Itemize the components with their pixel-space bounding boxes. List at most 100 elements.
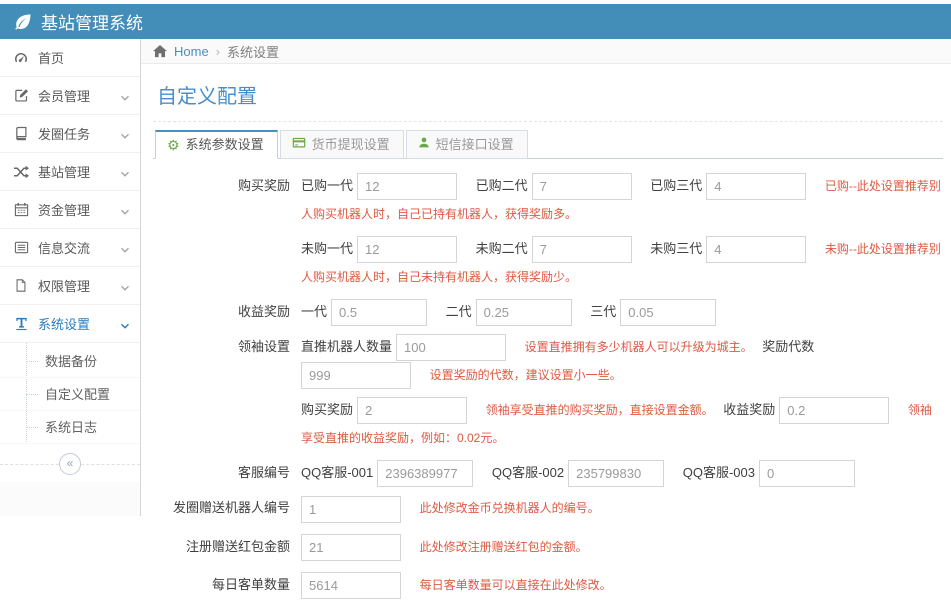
field-label: 已购二代: [476, 178, 528, 193]
chevron-down-icon: [120, 167, 130, 177]
form-row-unpurchased-reward: 未购一代 未购二代 未购三代 未购--此处设置推荐别人购买机器人时，自己未持有机…: [153, 235, 943, 291]
text-width-icon: [13, 316, 29, 332]
tab-label: 短信接口设置: [436, 137, 514, 153]
row-label: 发圈赠送机器人编号: [153, 494, 301, 522]
gears-icon: ⚙: [167, 138, 180, 152]
post-gift-robot-id-input[interactable]: [301, 496, 401, 523]
chevron-down-icon: [120, 129, 130, 139]
sidebar-item-messages[interactable]: 信息交流: [0, 229, 140, 267]
direct-robot-count-input[interactable]: [396, 334, 506, 361]
field-label: 未购一代: [301, 241, 353, 256]
chevron-down-icon: [120, 91, 130, 101]
register-redpacket-amount-input[interactable]: [301, 534, 401, 561]
submenu-item-system-log[interactable]: 系统日志: [0, 411, 140, 444]
leader-income-reward-input[interactable]: [779, 397, 889, 424]
breadcrumb-home-link[interactable]: Home: [174, 44, 209, 59]
field-label: QQ客服-001: [301, 465, 373, 480]
form-row-service-qq: 客服编号 QQ客服-001 QQ客服-002 QQ客服-003: [153, 459, 943, 487]
leader-purchase-reward-input[interactable]: [357, 397, 467, 424]
tab-bar: ⚙ 系统参数设置 货币提现设置 短信接口设置: [153, 130, 943, 159]
sidebar-item-label: 基站管理: [38, 162, 90, 181]
breadcrumb: Home › 系统设置: [141, 39, 951, 64]
row-label: 注册赠送红包金额: [153, 533, 301, 561]
sidebar-item-label: 首页: [38, 48, 64, 67]
field-label: QQ客服-003: [683, 465, 755, 480]
unpurchased-gen1-input[interactable]: [357, 236, 457, 263]
tab-label: 系统参数设置: [186, 137, 264, 153]
sidebar-item-label: 信息交流: [38, 238, 90, 257]
sidebar-collapse-button[interactable]: «: [59, 453, 81, 475]
row-label: 领袖设置: [153, 333, 301, 361]
help-text: 领袖享受直推的购买奖励，直接设置金额。: [486, 403, 714, 417]
sidebar-filler: [0, 482, 140, 516]
chevron-down-icon: [120, 281, 130, 291]
unpurchased-gen3-input[interactable]: [706, 236, 806, 263]
page-title: 自定义配置: [157, 80, 943, 109]
purchased-gen2-input[interactable]: [532, 173, 632, 200]
book-icon: [13, 126, 29, 142]
leaf-icon: [14, 13, 32, 31]
income-gen1-input[interactable]: [331, 299, 427, 326]
sidebar-item-system-settings[interactable]: 系统设置: [0, 305, 140, 343]
main-area: Home › 系统设置 自定义配置 ⚙ 系统参数设置 货币提现设置: [141, 39, 951, 516]
tab-label: 货币提现设置: [312, 137, 390, 153]
unpurchased-gen2-input[interactable]: [532, 236, 632, 263]
sidebar-item-stations[interactable]: 基站管理: [0, 153, 140, 191]
field-label: 三代: [590, 304, 616, 319]
help-text: 此处修改金币兑换机器人的编号。: [420, 501, 600, 515]
qq-service-001-input[interactable]: [377, 460, 473, 487]
field-label: 奖励代数: [762, 339, 814, 354]
daily-orders-input[interactable]: [301, 572, 401, 599]
tab-sms-api[interactable]: 短信接口设置: [406, 130, 528, 159]
dashboard-icon: [13, 50, 29, 66]
row-label: 每日客单数量: [153, 571, 301, 599]
chevron-down-icon: [120, 205, 130, 215]
form-row-leader-rewards: 购买奖励 领袖享受直推的购买奖励，直接设置金额。 收益奖励 领袖享受直推的收益奖…: [153, 396, 943, 452]
brand-title: 基站管理系统: [41, 9, 143, 34]
field-label: 已购一代: [301, 178, 353, 193]
submenu-item-custom-config[interactable]: 自定义配置: [0, 378, 140, 411]
help-text: 设置直推拥有多少机器人可以升级为城主。: [525, 340, 753, 354]
form-row-register-redpacket: 注册赠送红包金额 此处修改注册赠送红包的金额。: [153, 533, 943, 561]
breadcrumb-current: 系统设置: [227, 42, 279, 61]
home-icon: [153, 45, 167, 58]
file-icon: [13, 278, 29, 294]
form-row-gift-robot-id: 发圈赠送机器人编号 此处修改金币兑换机器人的编号。: [153, 494, 943, 522]
qq-service-003-input[interactable]: [759, 460, 855, 487]
row-label: 收益奖励: [153, 298, 301, 326]
tab-system-params[interactable]: ⚙ 系统参数设置: [155, 130, 278, 159]
income-gen2-input[interactable]: [476, 299, 572, 326]
sidebar-item-home[interactable]: 首页: [0, 39, 140, 77]
sidebar-item-label: 权限管理: [38, 276, 90, 295]
submenu-item-data-backup[interactable]: 数据备份: [0, 345, 140, 378]
sidebar-item-members[interactable]: 会员管理: [0, 77, 140, 115]
form-row-daily-orders: 每日客单数量 每日客单数量可以直接在此处修改。: [153, 571, 943, 599]
form-row-purchase-reward: 购买奖励 已购一代 已购二代 已购三代 已购--此处设置推荐别人购买机器人时，自…: [153, 172, 943, 228]
top-navbar: 基站管理系统: [0, 4, 951, 39]
tab-currency-withdraw[interactable]: 货币提现设置: [280, 130, 404, 159]
income-gen3-input[interactable]: [620, 299, 716, 326]
form-row-leader-settings: 领袖设置 直推机器人数量 设置直推拥有多少机器人可以升级为城主。 奖励代数 设置…: [153, 333, 943, 389]
field-label: 直推机器人数量: [301, 339, 392, 354]
form-row-income-reward: 收益奖励 一代 二代 三代: [153, 298, 943, 326]
sidebar: 首页 会员管理 发圈任务 基站管理 资: [0, 39, 141, 516]
qq-service-002-input[interactable]: [568, 460, 664, 487]
help-text: 每日客单数量可以直接在此处修改。: [420, 578, 612, 592]
purchased-gen3-input[interactable]: [706, 173, 806, 200]
purchased-gen1-input[interactable]: [357, 173, 457, 200]
field-label: 一代: [301, 304, 327, 319]
sidebar-item-label: 会员管理: [38, 86, 90, 105]
credit-card-icon: [292, 136, 306, 153]
sidebar-item-label: 发圈任务: [38, 124, 90, 143]
navbar-brand[interactable]: 基站管理系统: [14, 9, 143, 34]
sidebar-item-label: 资金管理: [38, 200, 90, 219]
field-label: QQ客服-002: [492, 465, 564, 480]
sidebar-item-permissions[interactable]: 权限管理: [0, 267, 140, 305]
sidebar-item-post-tasks[interactable]: 发圈任务: [0, 115, 140, 153]
reward-generations-input[interactable]: [301, 362, 411, 389]
content: 自定义配置 ⚙ 系统参数设置 货币提现设置 短信接口设置: [141, 64, 951, 609]
sidebar-item-funds[interactable]: 资金管理: [0, 191, 140, 229]
field-label: 已购三代: [650, 178, 702, 193]
pencil-square-icon: [13, 88, 29, 104]
shuffle-icon: [13, 164, 29, 180]
